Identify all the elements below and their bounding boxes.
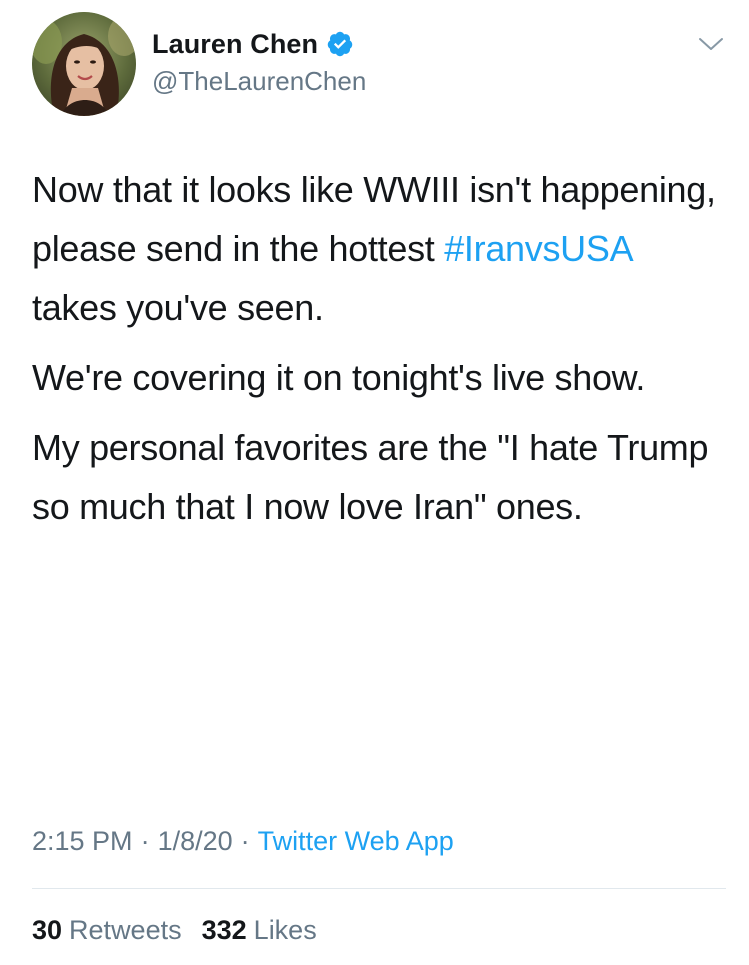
tweet-paragraph-3: My personal favorites are the "I hate Tr… bbox=[32, 418, 722, 536]
retweets-label: Retweets bbox=[69, 915, 182, 945]
retweets-count: 30 bbox=[32, 915, 63, 945]
tweet-text-segment: We're covering it on tonight's live show… bbox=[32, 357, 646, 398]
tweet-text: Now that it looks like WWIII isn't happe… bbox=[32, 160, 722, 547]
likes-label: Likes bbox=[253, 915, 317, 945]
chevron-down-icon[interactable] bbox=[696, 34, 726, 54]
tweet-text-segment: takes you've seen. bbox=[32, 287, 324, 328]
tweet-header: Lauren Chen @TheLaurenChen bbox=[32, 12, 732, 122]
display-name[interactable]: Lauren Chen bbox=[152, 29, 318, 60]
tweet-meta: 2:15 PM · 1/8/20 · Twitter Web App bbox=[32, 826, 454, 857]
avatar-image bbox=[32, 12, 136, 116]
display-name-row: Lauren Chen bbox=[152, 26, 366, 62]
tweet-paragraph-1: Now that it looks like WWIII isn't happe… bbox=[32, 160, 722, 337]
tweet-time[interactable]: 2:15 PM bbox=[32, 826, 133, 857]
tweet-paragraph-2: We're covering it on tonight's live show… bbox=[32, 348, 722, 407]
likes-stat[interactable]: 332 Likes bbox=[202, 915, 317, 946]
retweets-stat[interactable]: 30 Retweets bbox=[32, 915, 182, 946]
likes-count: 332 bbox=[201, 915, 247, 945]
author-names: Lauren Chen @TheLaurenChen bbox=[152, 26, 366, 97]
divider bbox=[32, 888, 726, 889]
tweet-text-segment: My personal favorites are the "I hate Tr… bbox=[32, 427, 709, 527]
tweet-stats: 30 Retweets 332 Likes bbox=[32, 915, 337, 946]
meta-separator: · bbox=[140, 826, 150, 856]
verified-badge-icon bbox=[326, 30, 354, 58]
tweet-card: Lauren Chen @TheLaurenChen Now that it l… bbox=[0, 0, 749, 965]
tweet-source-link[interactable]: Twitter Web App bbox=[258, 826, 454, 857]
avatar[interactable] bbox=[32, 12, 136, 116]
tweet-date[interactable]: 1/8/20 bbox=[158, 826, 233, 857]
hashtag-link[interactable]: #IranvsUSA bbox=[444, 228, 631, 269]
meta-separator: · bbox=[240, 826, 250, 856]
author-handle[interactable]: @TheLaurenChen bbox=[152, 66, 366, 97]
